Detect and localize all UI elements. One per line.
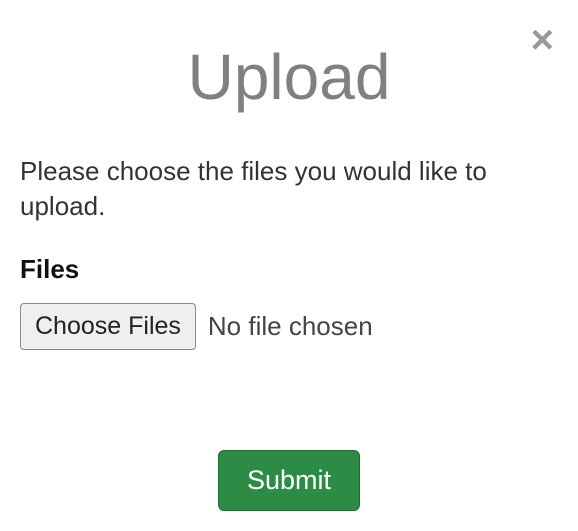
modal-description: Please choose the files you would like t… bbox=[20, 154, 558, 224]
submit-button[interactable]: Submit bbox=[218, 450, 360, 511]
choose-files-button[interactable]: Choose Files bbox=[20, 303, 196, 350]
file-input-row: Choose Files No file chosen bbox=[20, 303, 558, 350]
modal-title: Upload bbox=[20, 40, 558, 114]
upload-modal: × Upload Please choose the files you wou… bbox=[0, 0, 578, 531]
close-icon[interactable]: × bbox=[531, 20, 554, 60]
submit-wrap: Submit bbox=[20, 450, 558, 511]
file-chosen-status: No file chosen bbox=[208, 311, 373, 342]
files-label: Files bbox=[20, 254, 558, 285]
